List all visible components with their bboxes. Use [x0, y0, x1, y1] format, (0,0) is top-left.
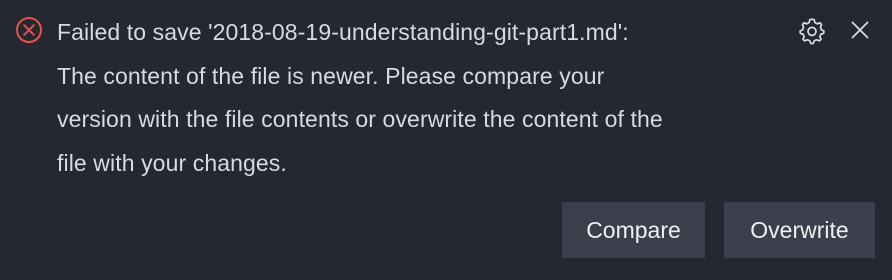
overwrite-button[interactable]: Overwrite — [724, 202, 875, 258]
close-icon[interactable] — [848, 18, 872, 42]
notification-message: Failed to save '2018-08-19-understanding… — [57, 19, 663, 176]
compare-button[interactable]: Compare — [562, 202, 705, 258]
save-error-notification: Failed to save '2018-08-19-understanding… — [0, 0, 892, 280]
error-circle-icon — [16, 17, 42, 43]
gear-icon[interactable] — [797, 16, 827, 46]
